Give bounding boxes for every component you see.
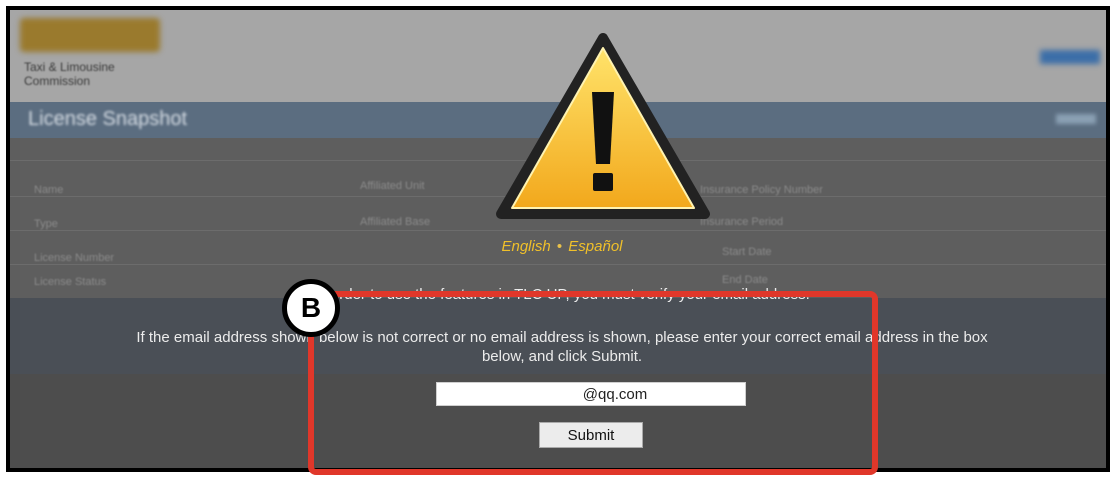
field-label: End Date: [722, 274, 768, 286]
highlight-box: [308, 291, 878, 475]
field-label: Affiliated Base: [360, 216, 431, 228]
warning-icon: [496, 33, 710, 219]
section-bar-link: [1056, 114, 1096, 124]
field-label: Insurance Policy Number: [700, 184, 823, 196]
header-link: [1040, 50, 1100, 64]
field-label: Type: [34, 218, 58, 230]
field-label: Insurance Period: [700, 216, 784, 228]
callout-badge: B: [282, 279, 340, 337]
field-label: Name: [34, 184, 64, 196]
tlc-logo: [20, 18, 160, 52]
language-separator: •: [556, 238, 563, 255]
language-switcher: English • Español: [10, 238, 1106, 255]
language-spanish-link[interactable]: Español: [568, 238, 622, 255]
field-label: Affiliated Unit: [360, 180, 425, 192]
org-name: Taxi & Limousine Commission: [24, 60, 115, 88]
language-english-link[interactable]: English: [501, 238, 550, 255]
section-title: License Snapshot: [28, 108, 188, 130]
